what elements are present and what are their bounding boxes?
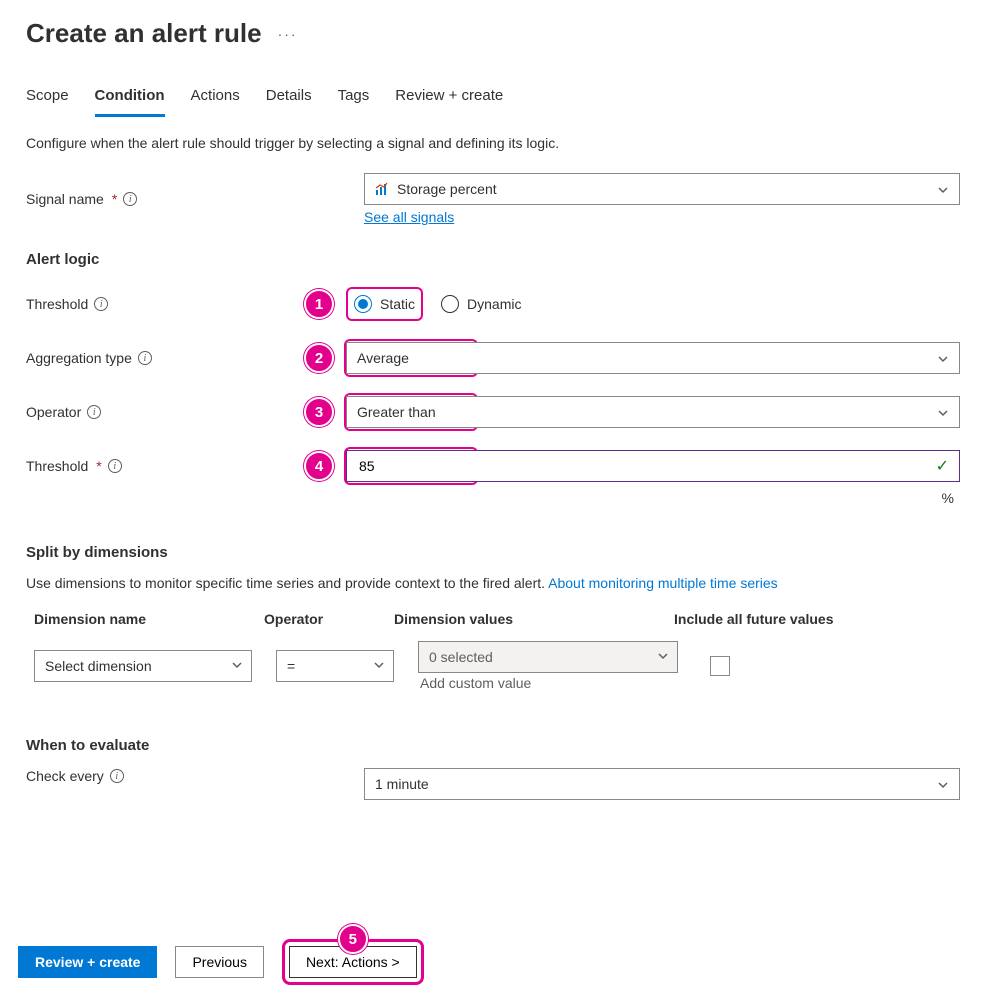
dimensions-table-row: Select dimension = 0 selected Add custom… — [26, 637, 960, 695]
callout-badge-5: 5 — [338, 924, 368, 954]
required-asterisk: * — [96, 458, 101, 474]
include-future-checkbox[interactable] — [710, 656, 730, 676]
col-dimension-values: Dimension values — [394, 611, 674, 627]
see-all-signals-link[interactable]: See all signals — [364, 209, 960, 225]
valid-check-icon: ✓ — [936, 456, 949, 476]
intro-text: Configure when the alert rule should tri… — [26, 135, 960, 151]
col-dimension-name: Dimension name — [34, 611, 264, 627]
dimension-values-placeholder: 0 selected — [429, 649, 493, 665]
chevron-down-icon — [373, 658, 385, 674]
info-icon[interactable]: i — [123, 192, 137, 206]
chevron-down-icon — [657, 649, 669, 665]
aggregation-type-value: Average — [357, 350, 409, 366]
wizard-footer: Review + create Previous 5 Next: Actions… — [0, 928, 986, 1001]
chevron-down-icon — [231, 658, 243, 674]
metric-icon — [375, 182, 389, 196]
operator-label: Operator — [26, 404, 81, 420]
callout-badge-1: 1 — [304, 289, 334, 319]
callout-highlight-5: 5 Next: Actions > — [282, 939, 424, 985]
more-menu-icon[interactable]: ··· — [278, 26, 298, 42]
check-every-select[interactable]: 1 minute — [364, 768, 960, 800]
info-icon[interactable]: i — [110, 769, 124, 783]
info-icon[interactable]: i — [138, 351, 152, 365]
add-custom-value-link[interactable]: Add custom value — [420, 675, 698, 691]
chevron-down-icon — [937, 183, 949, 195]
dimension-operator-value: = — [287, 658, 295, 674]
callout-badge-3: 3 — [304, 397, 334, 427]
dimension-operator-select[interactable]: = — [276, 650, 394, 682]
callout-badge-2: 2 — [304, 343, 334, 373]
check-every-value: 1 minute — [375, 776, 429, 792]
chevron-down-icon — [937, 778, 949, 790]
dimension-name-placeholder: Select dimension — [45, 658, 152, 674]
chevron-down-icon — [937, 406, 949, 418]
check-every-label: Check every — [26, 768, 104, 784]
previous-button[interactable]: Previous — [175, 946, 263, 978]
tab-scope[interactable]: Scope — [26, 81, 69, 117]
required-asterisk: * — [112, 191, 117, 207]
threshold-dynamic-label: Dynamic — [467, 296, 521, 312]
signal-name-value: Storage percent — [397, 181, 497, 197]
tab-bar: Scope Condition Actions Details Tags Rev… — [26, 81, 960, 117]
aggregation-type-select[interactable]: Average — [346, 342, 960, 374]
dimension-name-select[interactable]: Select dimension — [34, 650, 252, 682]
aggregation-type-label: Aggregation type — [26, 350, 132, 366]
signal-name-label: Signal name — [26, 191, 104, 207]
threshold-value-input[interactable] — [357, 457, 949, 475]
operator-select[interactable]: Greater than — [346, 396, 960, 428]
dimension-values-select[interactable]: 0 selected — [418, 641, 678, 673]
operator-value: Greater than — [357, 404, 436, 420]
tab-condition[interactable]: Condition — [95, 81, 165, 117]
tab-details[interactable]: Details — [266, 81, 312, 117]
dimensions-table-header: Dimension name Operator Dimension values… — [26, 605, 960, 637]
info-icon[interactable]: i — [87, 405, 101, 419]
info-icon[interactable]: i — [108, 459, 122, 473]
threshold-type-label: Threshold — [26, 296, 88, 312]
split-description: Use dimensions to monitor specific time … — [26, 575, 960, 591]
threshold-static-label: Static — [380, 296, 415, 312]
split-heading: Split by dimensions — [26, 544, 960, 561]
tab-review-create[interactable]: Review + create — [395, 81, 503, 117]
chevron-down-icon — [937, 352, 949, 364]
about-monitoring-link[interactable]: About monitoring multiple time series — [548, 575, 778, 591]
callout-highlight-1: Static — [346, 287, 423, 321]
info-icon[interactable]: i — [94, 297, 108, 311]
callout-badge-4: 4 — [304, 451, 334, 481]
threshold-value-label: Threshold — [26, 458, 88, 474]
evaluate-heading: When to evaluate — [26, 737, 960, 754]
tab-tags[interactable]: Tags — [338, 81, 370, 117]
col-include-future: Include all future values — [674, 611, 952, 627]
col-operator: Operator — [264, 611, 394, 627]
review-create-button[interactable]: Review + create — [18, 946, 157, 978]
threshold-unit: % — [26, 490, 960, 506]
page-title: Create an alert rule — [26, 18, 262, 49]
alert-logic-heading: Alert logic — [26, 251, 960, 268]
threshold-value-input-wrap[interactable]: ✓ — [346, 450, 960, 482]
signal-name-select[interactable]: Storage percent — [364, 173, 960, 205]
tab-actions[interactable]: Actions — [191, 81, 240, 117]
threshold-dynamic-radio[interactable]: Dynamic — [441, 295, 521, 313]
threshold-static-radio[interactable]: Static — [354, 295, 415, 313]
